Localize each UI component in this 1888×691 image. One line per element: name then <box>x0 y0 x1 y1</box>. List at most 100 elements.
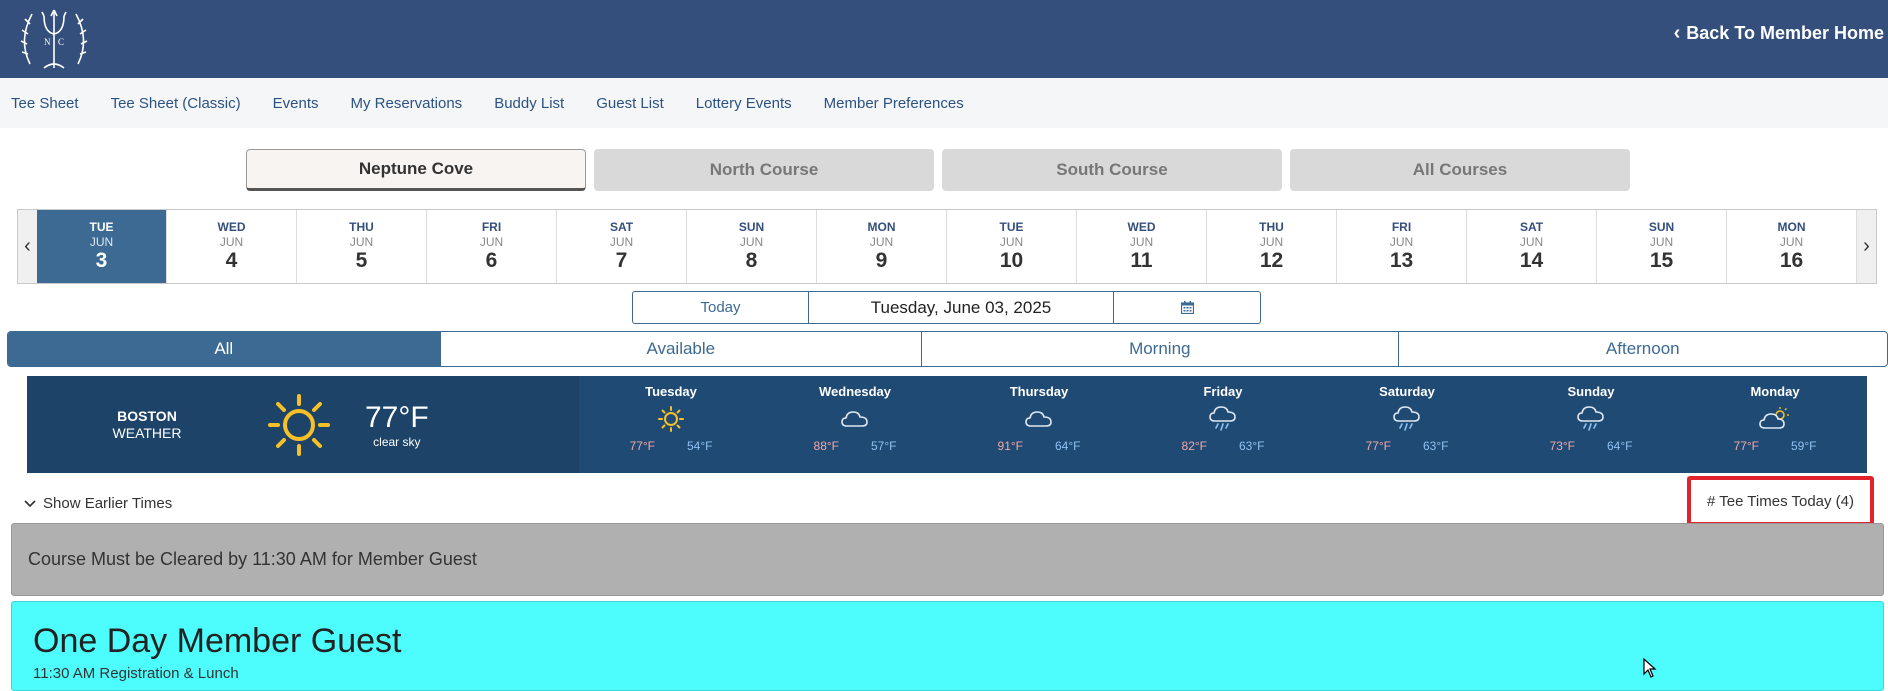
day-number: 12 <box>1259 249 1284 272</box>
forecast-temps: 73°F 64°F <box>1550 439 1633 453</box>
rain-cloud-icon <box>1393 406 1420 431</box>
show-earlier-times-toggle[interactable]: Show Earlier Times <box>24 495 172 512</box>
day-number: 5 <box>355 249 368 272</box>
nav-item-tee-sheet-classic[interactable]: Tee Sheet (Classic) <box>111 95 241 112</box>
day-cell[interactable]: THU JUN 5 <box>297 210 427 283</box>
day-cell[interactable]: WED JUN 11 <box>1077 210 1207 283</box>
day-of-week: TUE <box>999 220 1024 234</box>
day-cell[interactable]: THU JUN 12 <box>1207 210 1337 283</box>
nav-item-guest-list[interactable]: Guest List <box>596 95 664 112</box>
forecast-high: 77°F <box>1365 439 1391 453</box>
filter-available[interactable]: Available <box>441 332 923 366</box>
day-month: JUN <box>349 235 374 249</box>
svg-text:N: N <box>44 37 51 47</box>
course-notice: Course Must be Cleared by 11:30 AM for M… <box>11 523 1884 596</box>
day-cell[interactable]: TUE JUN 3 <box>37 210 167 283</box>
forecast-high: 88°F <box>813 439 839 453</box>
forecast-high: 77°F <box>1733 439 1759 453</box>
day-of-week: FRI <box>481 220 502 234</box>
course-tab-all-courses[interactable]: All Courses <box>1290 149 1630 191</box>
current-weather: BOSTON WEATHER 77°F clear sky <box>27 376 579 473</box>
event-banner[interactable]: One Day Member Guest 11:30 AM Registrati… <box>11 601 1884 691</box>
weather-location: BOSTON WEATHER <box>27 408 267 442</box>
tee-times-today-counter[interactable]: # Tee Times Today (4) <box>1687 476 1874 526</box>
prev-dates-button[interactable]: ‹ <box>18 210 37 283</box>
course-tab-neptune-cove[interactable]: Neptune Cove <box>246 149 586 191</box>
day-number: 13 <box>1389 249 1414 272</box>
forecast-low: 63°F <box>1423 439 1449 453</box>
forecast-high: 82°F <box>1181 439 1207 453</box>
day-month: JUN <box>609 235 634 249</box>
day-number: 6 <box>485 249 498 272</box>
current-temperature: 77°F clear sky <box>365 401 429 449</box>
chevron-down-icon <box>24 499 36 507</box>
club-logo[interactable]: N C <box>14 4 94 74</box>
weather-forecast: Tuesday 77°F 54°F Wednesday 88°F 57°F Thursday… <box>579 376 1867 473</box>
current-conditions: clear sky <box>373 434 421 449</box>
calendar-button[interactable] <box>1113 291 1261 324</box>
day-list: TUE JUN 3 WED JUN 4 THU JUN 5 FRI JUN 6 SAT JUN 7 SUN JU… <box>37 210 1857 283</box>
filter-morning[interactable]: Morning <box>922 332 1399 366</box>
forecast-day-name: Saturday <box>1379 384 1435 399</box>
day-number: 4 <box>225 249 238 272</box>
day-cell[interactable]: SAT JUN 7 <box>557 210 687 283</box>
day-month: JUN <box>1519 235 1544 249</box>
today-button[interactable]: Today <box>632 291 809 324</box>
weather-city: BOSTON <box>117 407 177 424</box>
partly-cloudy-icon <box>1759 407 1789 429</box>
rain-cloud-icon <box>1209 406 1236 431</box>
filter-all[interactable]: All <box>8 332 441 366</box>
forecast-high: 91°F <box>997 439 1023 453</box>
nav-item-my-reservations[interactable]: My Reservations <box>350 95 462 112</box>
date-field[interactable]: Tuesday, June 03, 2025 <box>809 291 1113 324</box>
forecast-icon <box>840 399 870 439</box>
next-dates-button[interactable]: › <box>1857 210 1876 283</box>
main-nav: Tee Sheet Tee Sheet (Classic) Events My … <box>0 78 1888 128</box>
forecast-icon <box>1759 399 1791 439</box>
chevron-left-icon: ‹ <box>1673 22 1681 44</box>
day-cell[interactable]: MON JUN 16 <box>1727 210 1857 283</box>
forecast-temps: 77°F 59°F <box>1734 439 1817 453</box>
forecast-low: 57°F <box>871 439 897 453</box>
forecast-icon <box>1576 399 1606 439</box>
course-tab-south-course[interactable]: South Course <box>942 149 1282 191</box>
day-number: 3 <box>95 249 108 272</box>
forecast-day-name: Monday <box>1750 384 1800 399</box>
day-cell[interactable]: SUN JUN 15 <box>1597 210 1727 283</box>
header-bar: N C ‹ Back To Member Home <box>0 0 1888 78</box>
calendar-icon <box>1180 301 1194 314</box>
day-cell[interactable]: SUN JUN 8 <box>687 210 817 283</box>
nav-item-buddy-list[interactable]: Buddy List <box>494 95 564 112</box>
back-to-member-home-link[interactable]: ‹ Back To Member Home <box>1674 22 1884 45</box>
forecast-low: 54°F <box>687 439 713 453</box>
day-number: 8 <box>745 249 758 272</box>
forecast-temps: 77°F 54°F <box>630 439 713 453</box>
forecast-low: 64°F <box>1607 439 1633 453</box>
day-number: 16 <box>1779 249 1804 272</box>
nav-item-events[interactable]: Events <box>273 95 319 112</box>
date-strip: ‹ TUE JUN 3 WED JUN 4 THU JUN 5 FRI JUN 6 SAT JUN 7 SUN… <box>17 209 1877 284</box>
day-month: JUN <box>89 235 114 249</box>
forecast-day-name: Wednesday <box>818 384 891 399</box>
day-cell[interactable]: FRI JUN 13 <box>1337 210 1467 283</box>
nav-item-tee-sheet[interactable]: Tee Sheet <box>11 95 79 112</box>
forecast-temps: 91°F 64°F <box>998 439 1081 453</box>
day-cell[interactable]: TUE JUN 10 <box>947 210 1077 283</box>
day-cell[interactable]: WED JUN 4 <box>167 210 297 283</box>
forecast-temps: 82°F 63°F <box>1182 439 1265 453</box>
current-temp-value: 77°F <box>365 400 429 434</box>
day-cell[interactable]: FRI JUN 6 <box>427 210 557 283</box>
nav-item-member-preferences[interactable]: Member Preferences <box>824 95 964 112</box>
day-cell[interactable]: SAT JUN 14 <box>1467 210 1597 283</box>
filter-afternoon[interactable]: Afternoon <box>1399 332 1887 366</box>
forecast-day-name: Friday <box>1203 384 1243 399</box>
day-of-week: SUN <box>1648 220 1675 234</box>
day-number: 11 <box>1130 249 1153 272</box>
day-cell[interactable]: MON JUN 9 <box>817 210 947 283</box>
course-tab-north-course[interactable]: North Course <box>594 149 934 191</box>
forecast-icon <box>1392 399 1422 439</box>
nav-item-lottery-events[interactable]: Lottery Events <box>696 95 792 112</box>
day-month: JUN <box>1779 235 1804 249</box>
day-month: JUN <box>999 235 1024 249</box>
forecast-high: 73°F <box>1549 439 1575 453</box>
